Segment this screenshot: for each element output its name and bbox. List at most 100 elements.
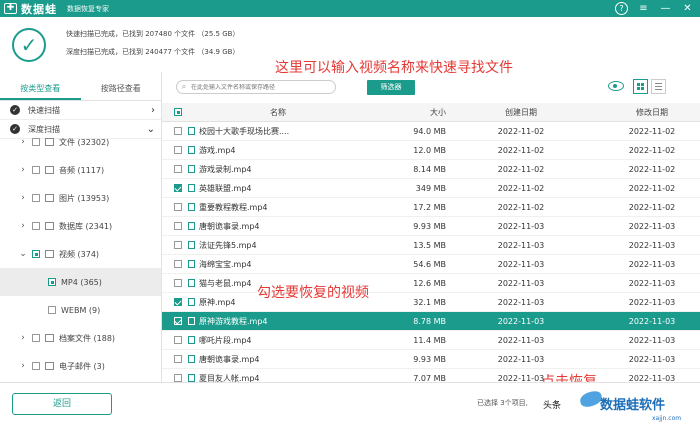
tree-item[interactable]: WEBM (9) xyxy=(0,296,161,324)
video-file-icon xyxy=(188,260,195,268)
header-modified[interactable]: 修改日期 xyxy=(574,107,700,118)
tree-checkbox[interactable] xyxy=(32,194,40,202)
created-date: 2022-11-03 xyxy=(497,354,545,364)
back-button[interactable]: 返回 xyxy=(12,393,112,415)
tree-item[interactable]: › 图片 (13953) xyxy=(0,184,161,212)
file-name: 重要教程教程.mp4 xyxy=(199,202,268,212)
tree-item-label: 数据库 (2341) xyxy=(59,221,113,231)
table-row[interactable]: 猫与老鼠.mp4 12.6 MB 2022-11-03 2022-11-03 xyxy=(162,274,700,293)
row-checkbox[interactable] xyxy=(174,146,182,154)
row-checkbox[interactable] xyxy=(174,127,182,135)
file-name: 唐朝诡事录.mp4 xyxy=(199,221,260,231)
app-logo: ✚ 数据蛙 数据恢复专家 xyxy=(4,1,109,17)
help-icon[interactable]: ? xyxy=(615,2,628,15)
video-file-icon xyxy=(188,146,195,154)
table-row[interactable]: 游戏录制.mp4 8.14 MB 2022-11-02 2022-11-02 xyxy=(162,160,700,179)
tree-item[interactable]: › 数据库 (2341) xyxy=(0,212,161,240)
tree-checkbox[interactable] xyxy=(48,278,56,286)
created-date: 2022-11-02 xyxy=(497,202,545,212)
row-checkbox[interactable] xyxy=(174,165,182,173)
row-checkbox[interactable] xyxy=(174,336,182,344)
row-checkbox[interactable] xyxy=(174,184,182,192)
search-icon: ⌕ xyxy=(181,82,187,91)
header-created[interactable]: 创建日期 xyxy=(448,107,574,118)
modified-date: 2022-11-03 xyxy=(628,278,676,288)
tab-by-path[interactable]: 按路径查看 xyxy=(81,72,162,100)
tree-checkbox[interactable] xyxy=(32,250,40,258)
tree-item[interactable]: ⌄ 视频 (374) xyxy=(0,240,161,268)
selection-status: 已选择 3个项目, xyxy=(477,399,528,407)
tree-checkbox[interactable] xyxy=(48,306,56,314)
minimize-icon[interactable]: — xyxy=(659,2,672,15)
header-size[interactable]: 大小 xyxy=(348,107,448,118)
expand-arrow-icon[interactable]: › xyxy=(18,361,28,371)
app-subtitle: 数据恢复专家 xyxy=(67,4,109,13)
created-date: 2022-11-03 xyxy=(497,297,545,307)
modified-date: 2022-11-03 xyxy=(628,297,676,307)
grid-view-button[interactable] xyxy=(633,79,648,94)
tree-checkbox[interactable] xyxy=(32,222,40,230)
row-checkbox[interactable] xyxy=(174,241,182,249)
created-date: 2022-11-03 xyxy=(497,316,545,326)
file-size: 8.78 MB xyxy=(413,316,446,326)
row-checkbox[interactable] xyxy=(174,298,182,306)
close-icon[interactable]: ✕ xyxy=(681,2,694,15)
created-date: 2022-11-03 xyxy=(497,278,545,288)
tree-checkbox[interactable] xyxy=(32,334,40,342)
search-input[interactable] xyxy=(191,83,331,91)
tree-checkbox[interactable] xyxy=(32,362,40,370)
app-logo-icon: ✚ xyxy=(4,3,17,14)
video-file-icon xyxy=(188,222,195,230)
table-row[interactable]: 哪吒片段.mp4 11.4 MB 2022-11-03 2022-11-03 xyxy=(162,331,700,350)
table-row[interactable]: 唐朝诡事录.mp4 9.93 MB 2022-11-03 2022-11-03 xyxy=(162,217,700,236)
expand-arrow-icon[interactable]: › xyxy=(18,165,28,175)
menu-icon[interactable]: ≡ xyxy=(637,2,650,15)
expand-arrow-icon[interactable]: › xyxy=(18,333,28,343)
row-checkbox[interactable] xyxy=(174,222,182,230)
row-checkbox[interactable] xyxy=(174,279,182,287)
table-row[interactable]: 法证先锋5.mp4 13.5 MB 2022-11-03 2022-11-03 xyxy=(162,236,700,255)
tree-checkbox[interactable] xyxy=(32,138,40,146)
row-checkbox[interactable] xyxy=(174,260,182,268)
list-view-button[interactable] xyxy=(651,79,666,94)
video-file-icon xyxy=(188,317,195,325)
quick-scan-item[interactable]: ✓ 快速扫描 › xyxy=(0,101,161,120)
tree-item[interactable]: › 档案文件 (188) xyxy=(0,324,161,352)
expand-arrow-icon[interactable]: › xyxy=(18,137,28,147)
modified-date: 2022-11-02 xyxy=(628,126,676,136)
modified-date: 2022-11-02 xyxy=(628,183,676,193)
app-name: 数据蛙 xyxy=(21,2,57,16)
expand-arrow-icon[interactable]: › xyxy=(18,221,28,231)
table-row[interactable]: 英雄联盟.mp4 349 MB 2022-11-02 2022-11-02 xyxy=(162,179,700,198)
search-box[interactable]: ⌕ xyxy=(176,80,336,94)
select-all-checkbox[interactable] xyxy=(174,108,182,116)
tree-item[interactable]: MP4 (365) xyxy=(0,268,161,296)
quick-scan-label: 快速扫描 xyxy=(28,105,60,115)
tree-item[interactable]: › 音频 (1117) xyxy=(0,156,161,184)
file-name: 游戏.mp4 xyxy=(199,145,236,155)
row-checkbox[interactable] xyxy=(174,203,182,211)
table-row[interactable]: 重要教程教程.mp4 17.2 MB 2022-11-02 2022-11-02 xyxy=(162,198,700,217)
expand-arrow-icon[interactable]: ⌄ xyxy=(18,249,28,259)
table-row[interactable]: 校园十大歌手现场比赛.... 94.0 MB 2022-11-02 2022-11-0… xyxy=(162,122,700,141)
table-row[interactable]: 原神游戏教程.mp4 8.78 MB 2022-11-03 2022-11-03 xyxy=(162,312,700,331)
row-checkbox[interactable] xyxy=(174,355,182,363)
row-checkbox[interactable] xyxy=(174,374,182,382)
watermark-small-text: 头条 xyxy=(543,401,562,411)
filter-button[interactable]: 筛选器 xyxy=(367,80,415,95)
tree-item-label: MP4 (365) xyxy=(61,277,102,287)
row-checkbox[interactable] xyxy=(174,317,182,325)
table-row[interactable]: 海绵宝宝.mp4 54.6 MB 2022-11-03 2022-11-03 xyxy=(162,255,700,274)
table-row[interactable]: 原神.mp4 32.1 MB 2022-11-03 2022-11-03 xyxy=(162,293,700,312)
tree-item[interactable]: › 电子邮件 (3) xyxy=(0,352,161,380)
tree-checkbox[interactable] xyxy=(32,166,40,174)
preview-eye-icon[interactable] xyxy=(608,81,624,91)
tree-item[interactable]: › 文件 (32302) xyxy=(0,128,161,156)
table-row[interactable]: 唐朝诡事录.mp4 9.93 MB 2022-11-03 2022-11-03 xyxy=(162,350,700,369)
file-size: 9.93 MB xyxy=(413,221,446,231)
table-row[interactable]: 游戏.mp4 12.0 MB 2022-11-02 2022-11-02 xyxy=(162,141,700,160)
video-file-icon xyxy=(188,336,195,344)
tab-by-type[interactable]: 按类型查看 xyxy=(0,72,81,100)
expand-arrow-icon[interactable]: › xyxy=(18,193,28,203)
header-name[interactable]: 名称 xyxy=(188,107,348,118)
